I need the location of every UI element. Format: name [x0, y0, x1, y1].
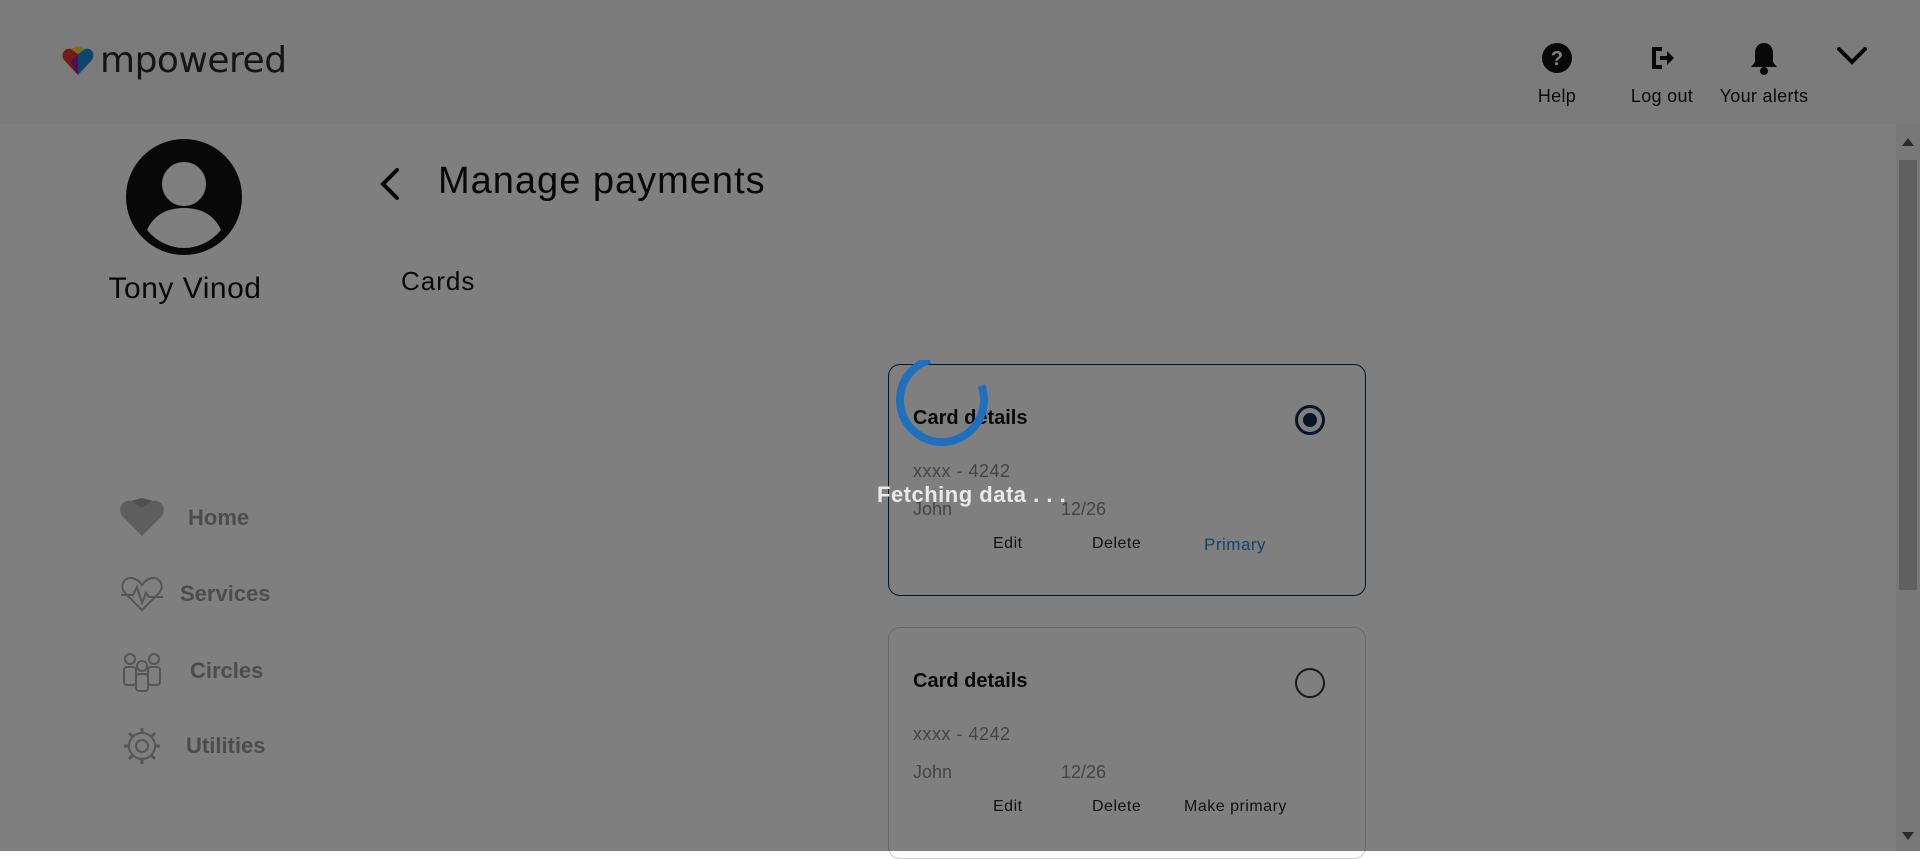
loading-text: Fetching data . . . — [877, 482, 1067, 507]
loading-spinner-icon — [896, 360, 988, 446]
